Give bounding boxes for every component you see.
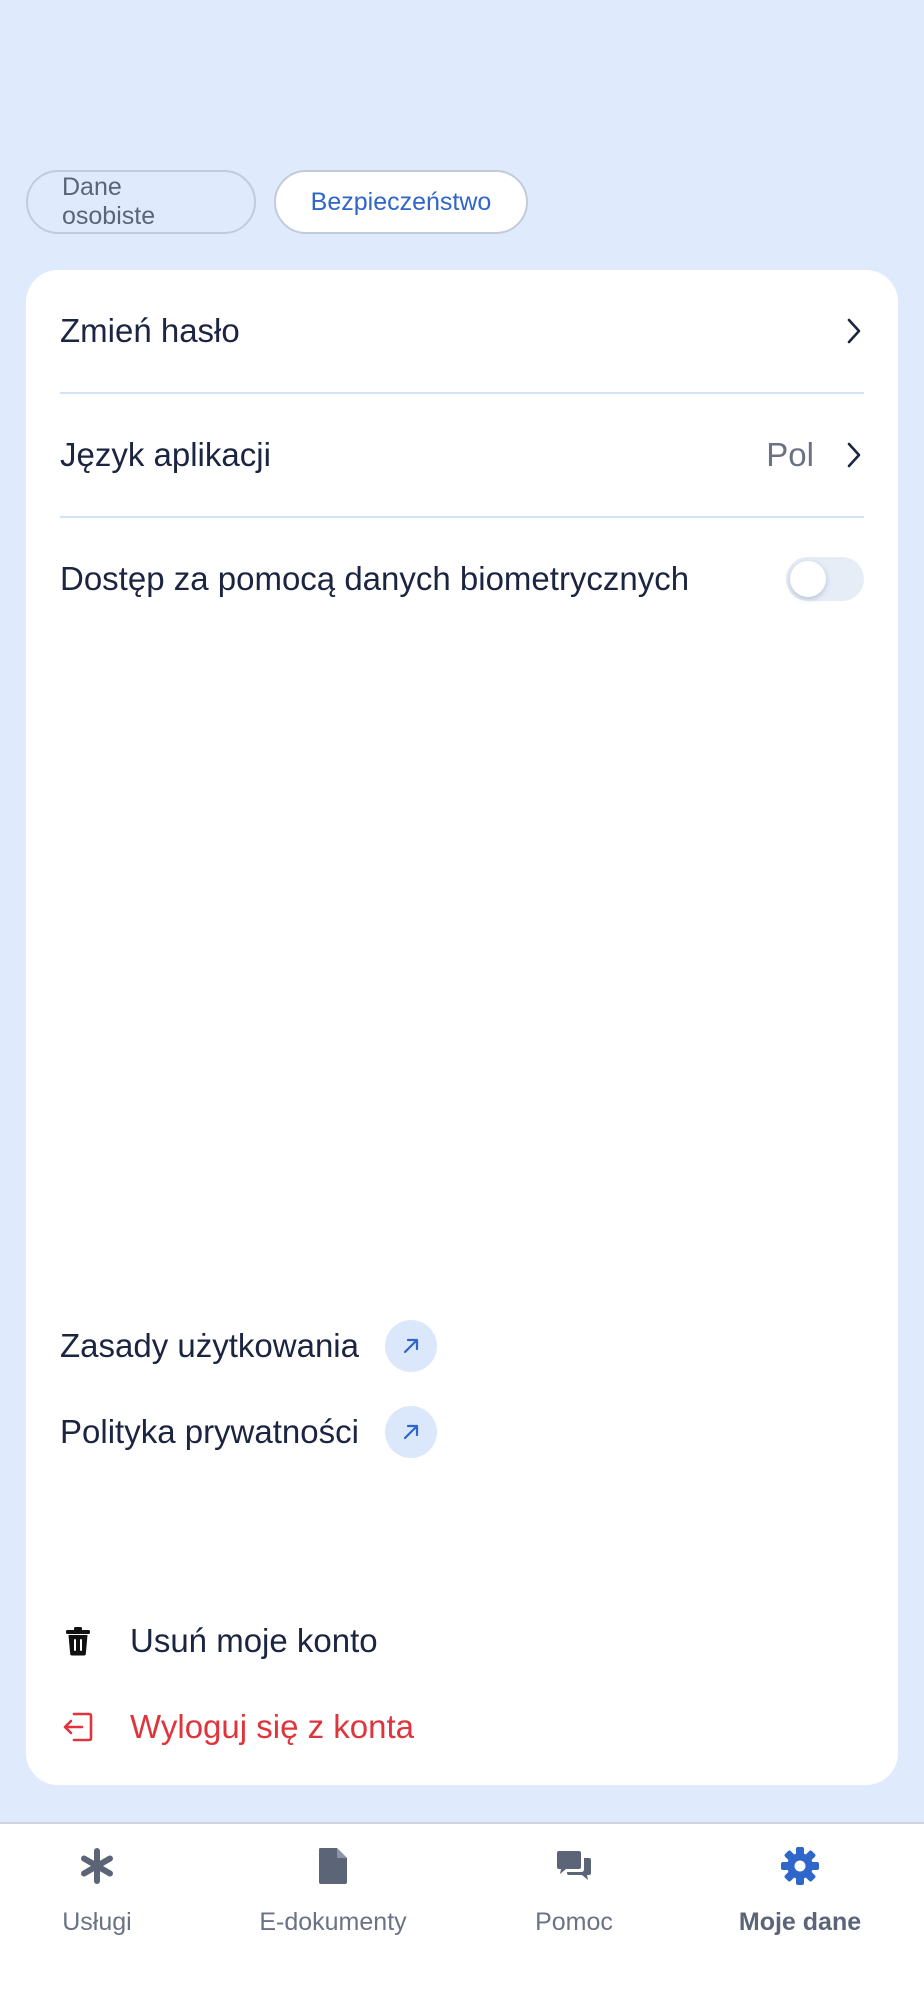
document-icon <box>317 1842 349 1890</box>
nav-label-services: Usługi <box>62 1908 132 1936</box>
logout-icon <box>60 1709 96 1745</box>
nav-item-my-data[interactable]: Moje dane <box>700 1842 900 1937</box>
asterisk-icon <box>79 1842 115 1890</box>
nav-item-e-documents[interactable]: E-dokumenty <box>233 1842 433 1937</box>
tab-personal-data[interactable]: Dane osobiste <box>26 170 256 234</box>
nav-label-e-documents: E-dokumenty <box>259 1908 407 1936</box>
biometrics-row: Dostęp za pomocą danych biometrycznych <box>60 518 864 640</box>
delete-account-label: Usuń moje konto <box>130 1622 378 1659</box>
tab-security[interactable]: Bezpieczeństwo <box>274 170 528 234</box>
language-value: Pol <box>766 436 814 473</box>
nav-item-services[interactable]: Usługi <box>0 1842 197 1937</box>
logout-button[interactable]: Wyloguj się z konta <box>60 1708 414 1746</box>
biometrics-label: Dostęp za pomocą danych biometrycznych <box>60 560 690 597</box>
nav-label-help: Pomoc <box>535 1908 613 1936</box>
terms-link[interactable]: Zasady użytkowania <box>60 1320 437 1372</box>
change-password-label: Zmień hasło <box>60 312 240 349</box>
privacy-label: Polityka prywatności <box>60 1413 359 1450</box>
delete-account-button[interactable]: Usuń moje konto <box>60 1622 378 1660</box>
language-row[interactable]: Język aplikacji Pol <box>60 394 864 518</box>
nav-label-my-data: Moje dane <box>738 1908 862 1936</box>
chevron-right-icon <box>844 440 864 470</box>
external-link-icon <box>384 1320 437 1372</box>
settings-card: Zmień hasło Język aplikacji Pol Dostęp z… <box>26 270 898 1785</box>
change-password-row[interactable]: Zmień hasło <box>60 270 864 394</box>
biometrics-toggle[interactable] <box>786 557 864 601</box>
toggle-knob <box>790 561 826 597</box>
nav-item-help[interactable]: Pomoc <box>474 1842 674 1937</box>
privacy-link[interactable]: Polityka prywatności <box>60 1406 437 1458</box>
terms-label: Zasady użytkowania <box>60 1327 359 1364</box>
bottom-navigation: Usługi E-dokumenty Pomoc Moje dane <box>0 1822 924 2000</box>
chevron-right-icon <box>844 316 864 346</box>
segment-tabs: Dane osobiste Bezpieczeństwo <box>26 170 528 234</box>
trash-icon <box>60 1623 96 1659</box>
external-link-icon <box>384 1406 437 1458</box>
gear-icon <box>780 1842 820 1890</box>
chat-icon <box>555 1842 593 1890</box>
logout-label: Wyloguj się z konta <box>130 1708 414 1745</box>
language-label: Język aplikacji <box>60 436 271 473</box>
